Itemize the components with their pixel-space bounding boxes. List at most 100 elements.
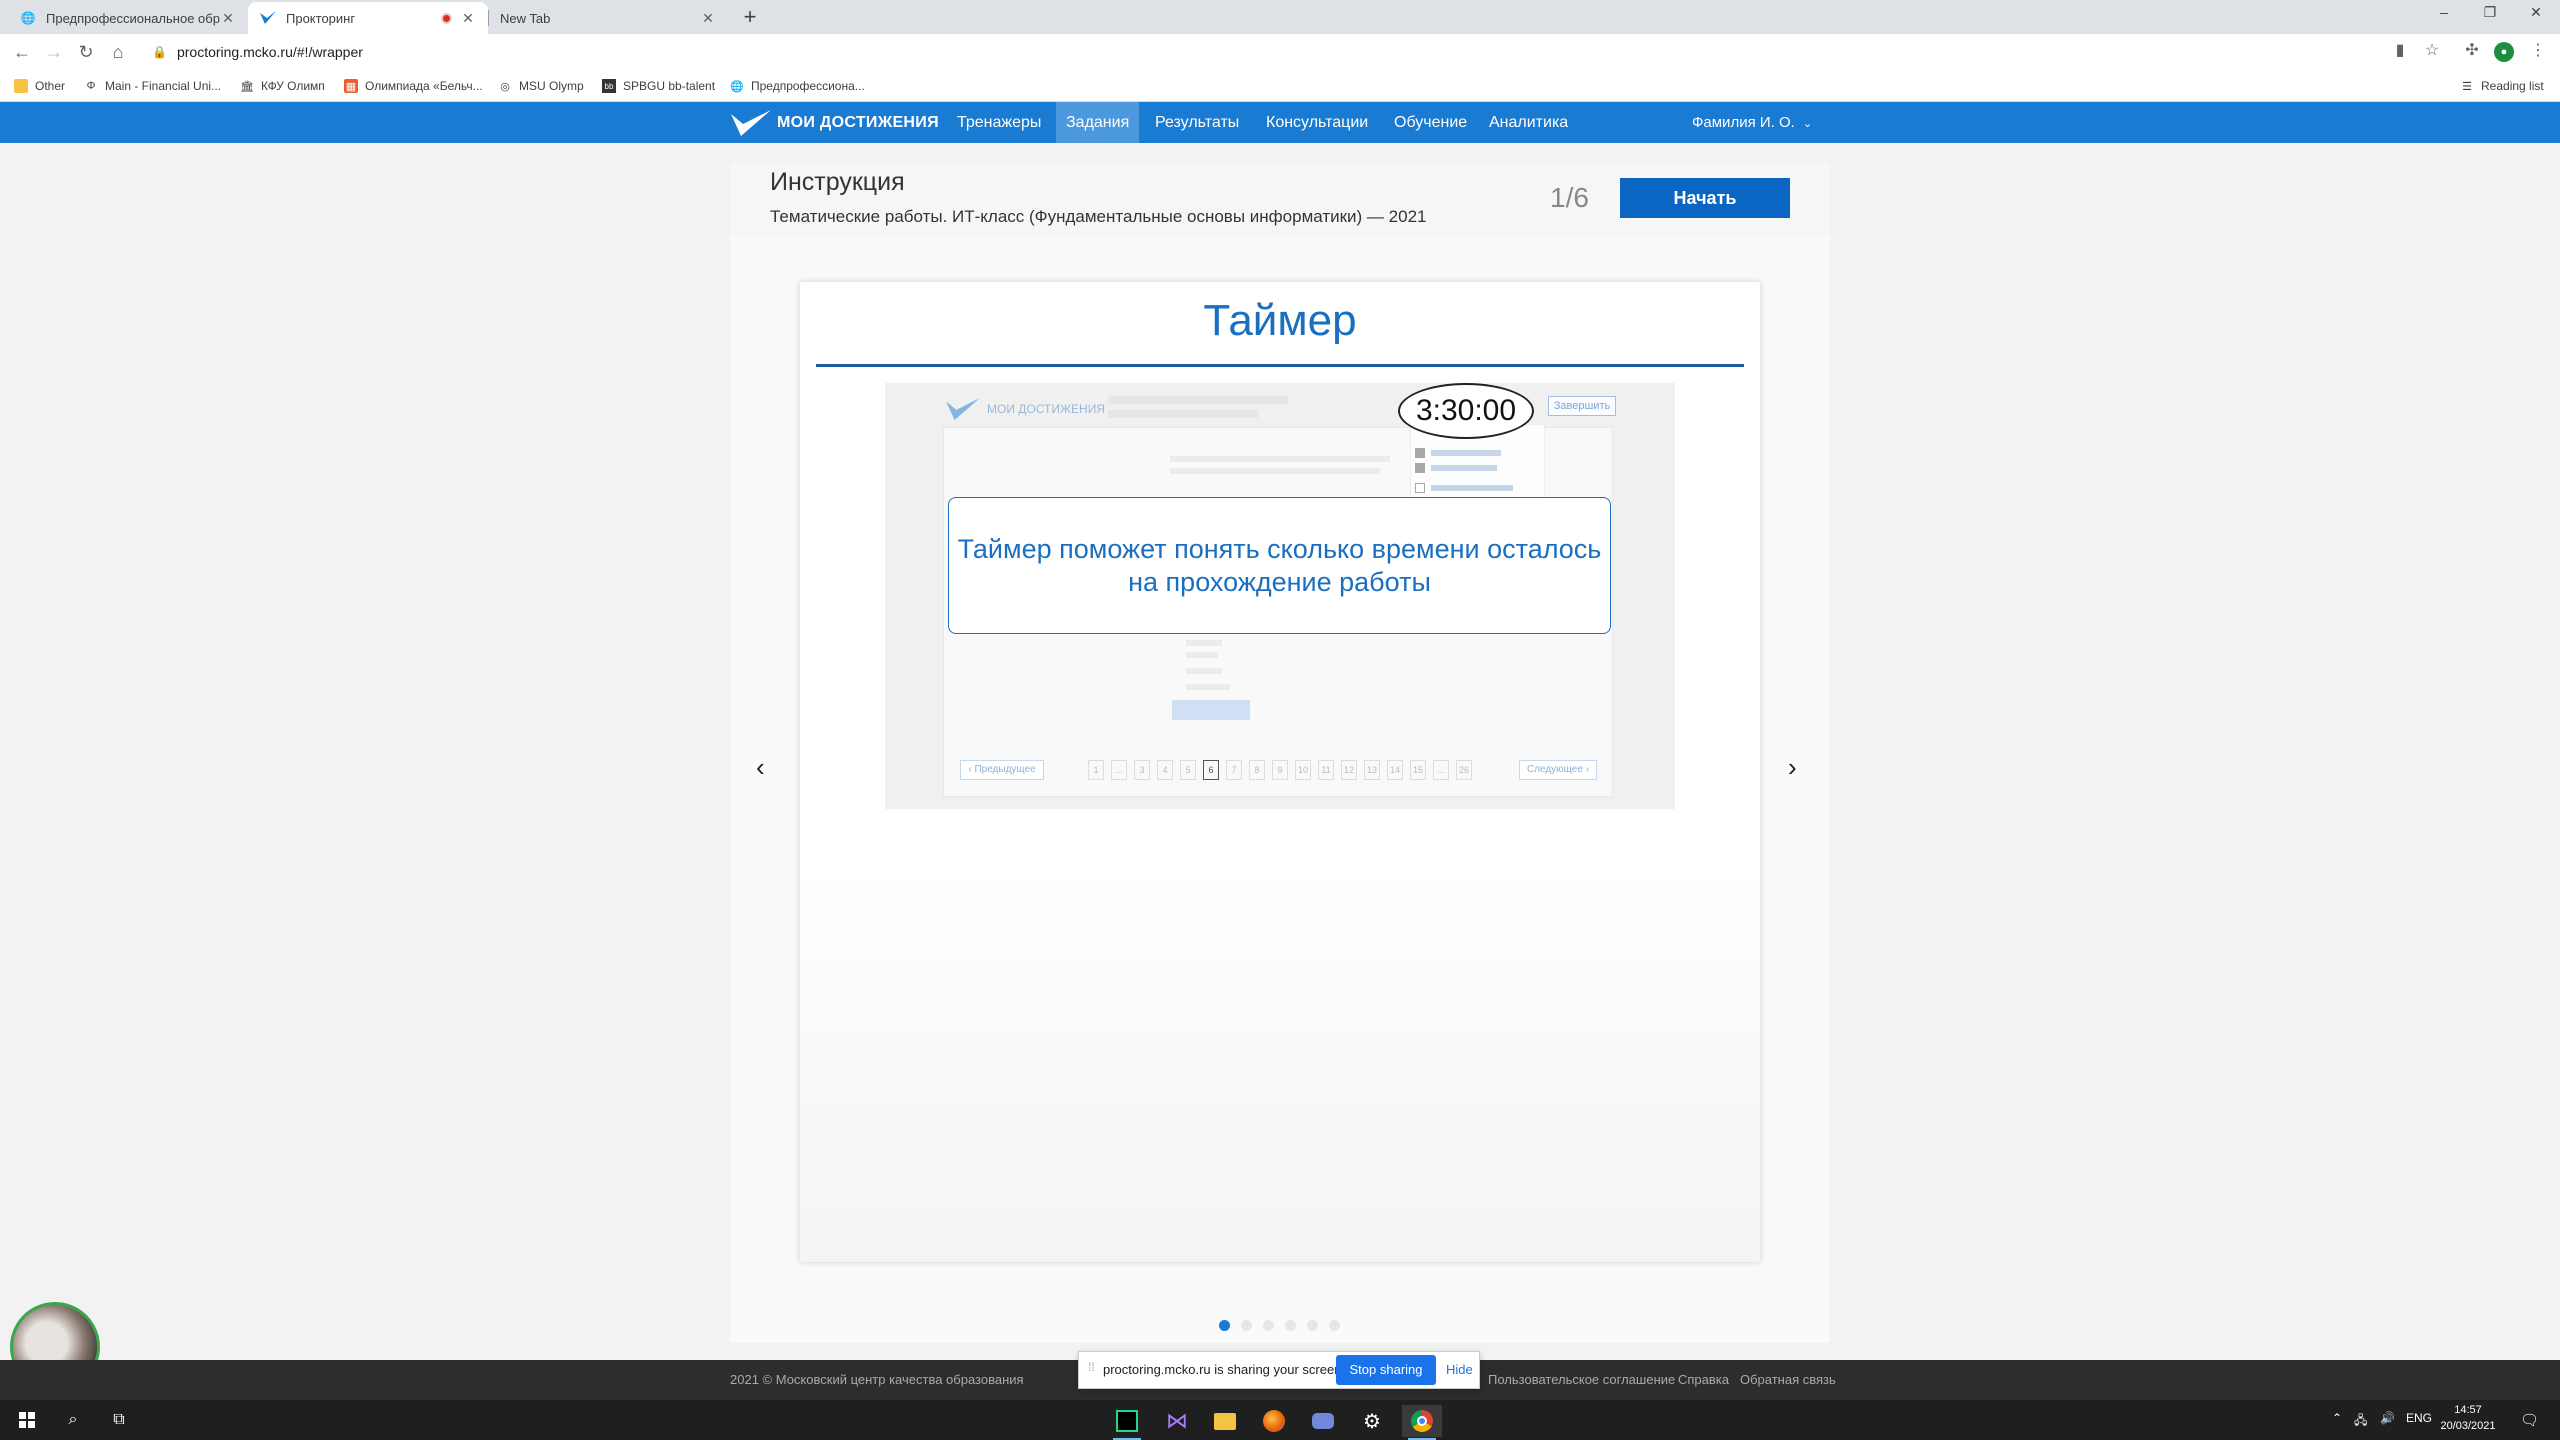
menu-row-increase: [1415, 463, 1497, 473]
bookmark-msu[interactable]: ◎ MSU Olymp: [498, 76, 583, 96]
folder-icon: [14, 79, 28, 93]
tab-close-icon[interactable]: ✕: [460, 10, 476, 27]
tab-title: Предпрофессиональное образ...: [46, 10, 220, 26]
bookmark-label: Предпрофессиона...: [751, 79, 865, 93]
slide-counter: 1/6: [1550, 182, 1589, 213]
stop-sharing-button[interactable]: Stop sharing: [1336, 1355, 1436, 1385]
illustration-page-number: 1: [1088, 760, 1104, 780]
illustration-page-number: ...: [1433, 760, 1449, 780]
notifications-icon[interactable]: 🗨: [2520, 1411, 2539, 1429]
task-view-icon[interactable]: ⧉: [106, 1408, 132, 1432]
slide-divider: [816, 364, 1744, 367]
footer-link-agreement[interactable]: Пользовательское соглашение: [1488, 1372, 1675, 1387]
home-icon[interactable]: ⌂: [106, 40, 130, 64]
phi-icon: Φ: [86, 80, 96, 92]
nav-rezultaty[interactable]: Результаты: [1145, 102, 1249, 143]
nav-konsultatsii[interactable]: Консультации: [1256, 102, 1378, 143]
tab-close-icon[interactable]: ✕: [700, 10, 716, 27]
start-button[interactable]: Начать: [1620, 178, 1790, 218]
url-text: proctoring.mcko.ru/#!/wrapper: [176, 44, 363, 60]
slide-dot[interactable]: [1219, 1320, 1230, 1331]
chevron-down-icon: ⌄: [1802, 118, 1813, 130]
chrome-app-icon[interactable]: [1402, 1405, 1442, 1440]
bookmark-financial[interactable]: Φ Main - Financial Uni...: [84, 76, 221, 96]
bookmark-label: КФУ Олимп: [261, 79, 325, 93]
slide-dot[interactable]: [1241, 1320, 1252, 1331]
next-slide-arrow-icon[interactable]: ›: [1788, 752, 1797, 783]
slide-dot[interactable]: [1307, 1320, 1318, 1331]
nav-analitika[interactable]: Аналитика: [1479, 102, 1578, 143]
bookmark-belch[interactable]: ▦ Олимпиада «Бельч...: [344, 76, 483, 96]
illustration-finish-button: Завершить: [1548, 396, 1616, 416]
volume-icon[interactable]: 🔊: [2380, 1411, 2395, 1425]
menu-row-report: [1415, 483, 1513, 493]
forward-icon[interactable]: →: [42, 40, 66, 64]
faint-text-line: [1170, 468, 1380, 474]
tab-predprof[interactable]: 🌐 Предпрофессиональное образ... ✕: [8, 2, 248, 34]
illustration-page-number: 8: [1249, 760, 1265, 780]
footer-link-help[interactable]: Справка: [1678, 1372, 1729, 1387]
faint-text-line: [1108, 410, 1258, 418]
timer-display: 3:30:00: [1398, 383, 1534, 439]
file-explorer-app-icon[interactable]: [1205, 1405, 1245, 1437]
slide-dot[interactable]: [1285, 1320, 1296, 1331]
bookmark-other[interactable]: Other: [14, 76, 65, 96]
reading-list-button[interactable]: ☰ Reading list: [2460, 76, 2544, 96]
illustration-page-number: 7: [1226, 760, 1242, 780]
site-logo[interactable]: МОИ ДОСТИЖЕНИЯ: [731, 110, 939, 136]
tab-close-icon[interactable]: ✕: [220, 10, 236, 27]
bookmark-predprof[interactable]: 🌐 Предпрофессиона...: [730, 76, 865, 96]
bookmark-star-icon[interactable]: ☆: [2420, 40, 2444, 60]
windows-start-icon[interactable]: [14, 1408, 40, 1432]
tab-new[interactable]: New Tab ✕: [488, 2, 728, 34]
faint-text-line: [1186, 640, 1222, 646]
prev-slide-arrow-icon[interactable]: ‹: [756, 752, 765, 783]
visual-studio-app-icon[interactable]: ⋈: [1157, 1405, 1197, 1437]
checkmark-logo-icon: [731, 110, 771, 136]
footer-link-feedback[interactable]: Обратная связь: [1740, 1372, 1836, 1387]
new-tab-plus-icon[interactable]: +: [738, 4, 762, 30]
address-bar[interactable]: 🔒 proctoring.mcko.ru/#!/wrapper: [140, 38, 2380, 66]
illustration-page-number: 3: [1134, 760, 1150, 780]
pycharm-app-icon[interactable]: [1107, 1405, 1147, 1440]
illustration-page-number: 10: [1295, 760, 1311, 780]
bookmark-spbgu[interactable]: bb SPBGU bb-talent: [602, 76, 715, 96]
extensions-icon[interactable]: ✣: [2460, 40, 2484, 60]
back-icon[interactable]: ←: [10, 40, 34, 64]
profile-avatar-icon[interactable]: ●: [2494, 42, 2514, 62]
illustration-page-number: 12: [1341, 760, 1357, 780]
illustration-page-number: 15: [1410, 760, 1426, 780]
clock-date: 20/03/2021: [2440, 1420, 2496, 1432]
discord-app-icon[interactable]: [1303, 1405, 1343, 1437]
firefox-app-icon[interactable]: [1254, 1405, 1294, 1437]
minimize-icon[interactable]: –: [2424, 4, 2464, 20]
nav-obuchenie[interactable]: Обучение: [1384, 102, 1477, 143]
globe-icon: 🌐: [730, 80, 744, 93]
slide-dot[interactable]: [1263, 1320, 1274, 1331]
slide-dot[interactable]: [1329, 1320, 1340, 1331]
tab-proctoring[interactable]: Прокторинг ✕: [248, 2, 488, 34]
bookmark-label: SPBGU bb-talent: [623, 79, 716, 93]
illustration-page-number: 6: [1203, 760, 1219, 780]
hide-share-bar-button[interactable]: Hide: [1446, 1362, 1473, 1377]
bookmark-kfu[interactable]: 🏛 КФУ Олимп: [240, 76, 325, 96]
network-icon[interactable]: 🖧: [2354, 1411, 2367, 1432]
tab-title: New Tab: [500, 10, 551, 26]
checkmark-logo-icon: [946, 398, 980, 420]
camera-icon[interactable]: ▮: [2388, 40, 2412, 60]
menu-dots-icon[interactable]: ⋮: [2526, 40, 2550, 60]
nav-zadaniya[interactable]: Задания: [1056, 102, 1140, 143]
nav-trenazhery[interactable]: Тренажеры: [947, 102, 1051, 143]
reading-list-icon: ☰: [2462, 80, 2472, 93]
drag-handle-icon[interactable]: ⁞⁞: [1088, 1360, 1095, 1374]
illustration-page-number: 9: [1272, 760, 1288, 780]
reload-icon[interactable]: ↻: [74, 40, 98, 64]
steam-app-icon[interactable]: ⚙: [1352, 1405, 1392, 1437]
taskbar-clock[interactable]: 14:57 20/03/2021: [2428, 1402, 2508, 1434]
tray-chevron-up-icon[interactable]: ⌃: [2332, 1411, 2342, 1425]
user-menu[interactable]: Фамилия И. О. ⌄: [1692, 102, 1812, 143]
page-title: Инструкция: [770, 168, 905, 196]
restore-icon[interactable]: ❐: [2470, 4, 2510, 21]
close-window-icon[interactable]: ✕: [2516, 4, 2556, 21]
search-icon[interactable]: ⌕: [60, 1408, 86, 1432]
